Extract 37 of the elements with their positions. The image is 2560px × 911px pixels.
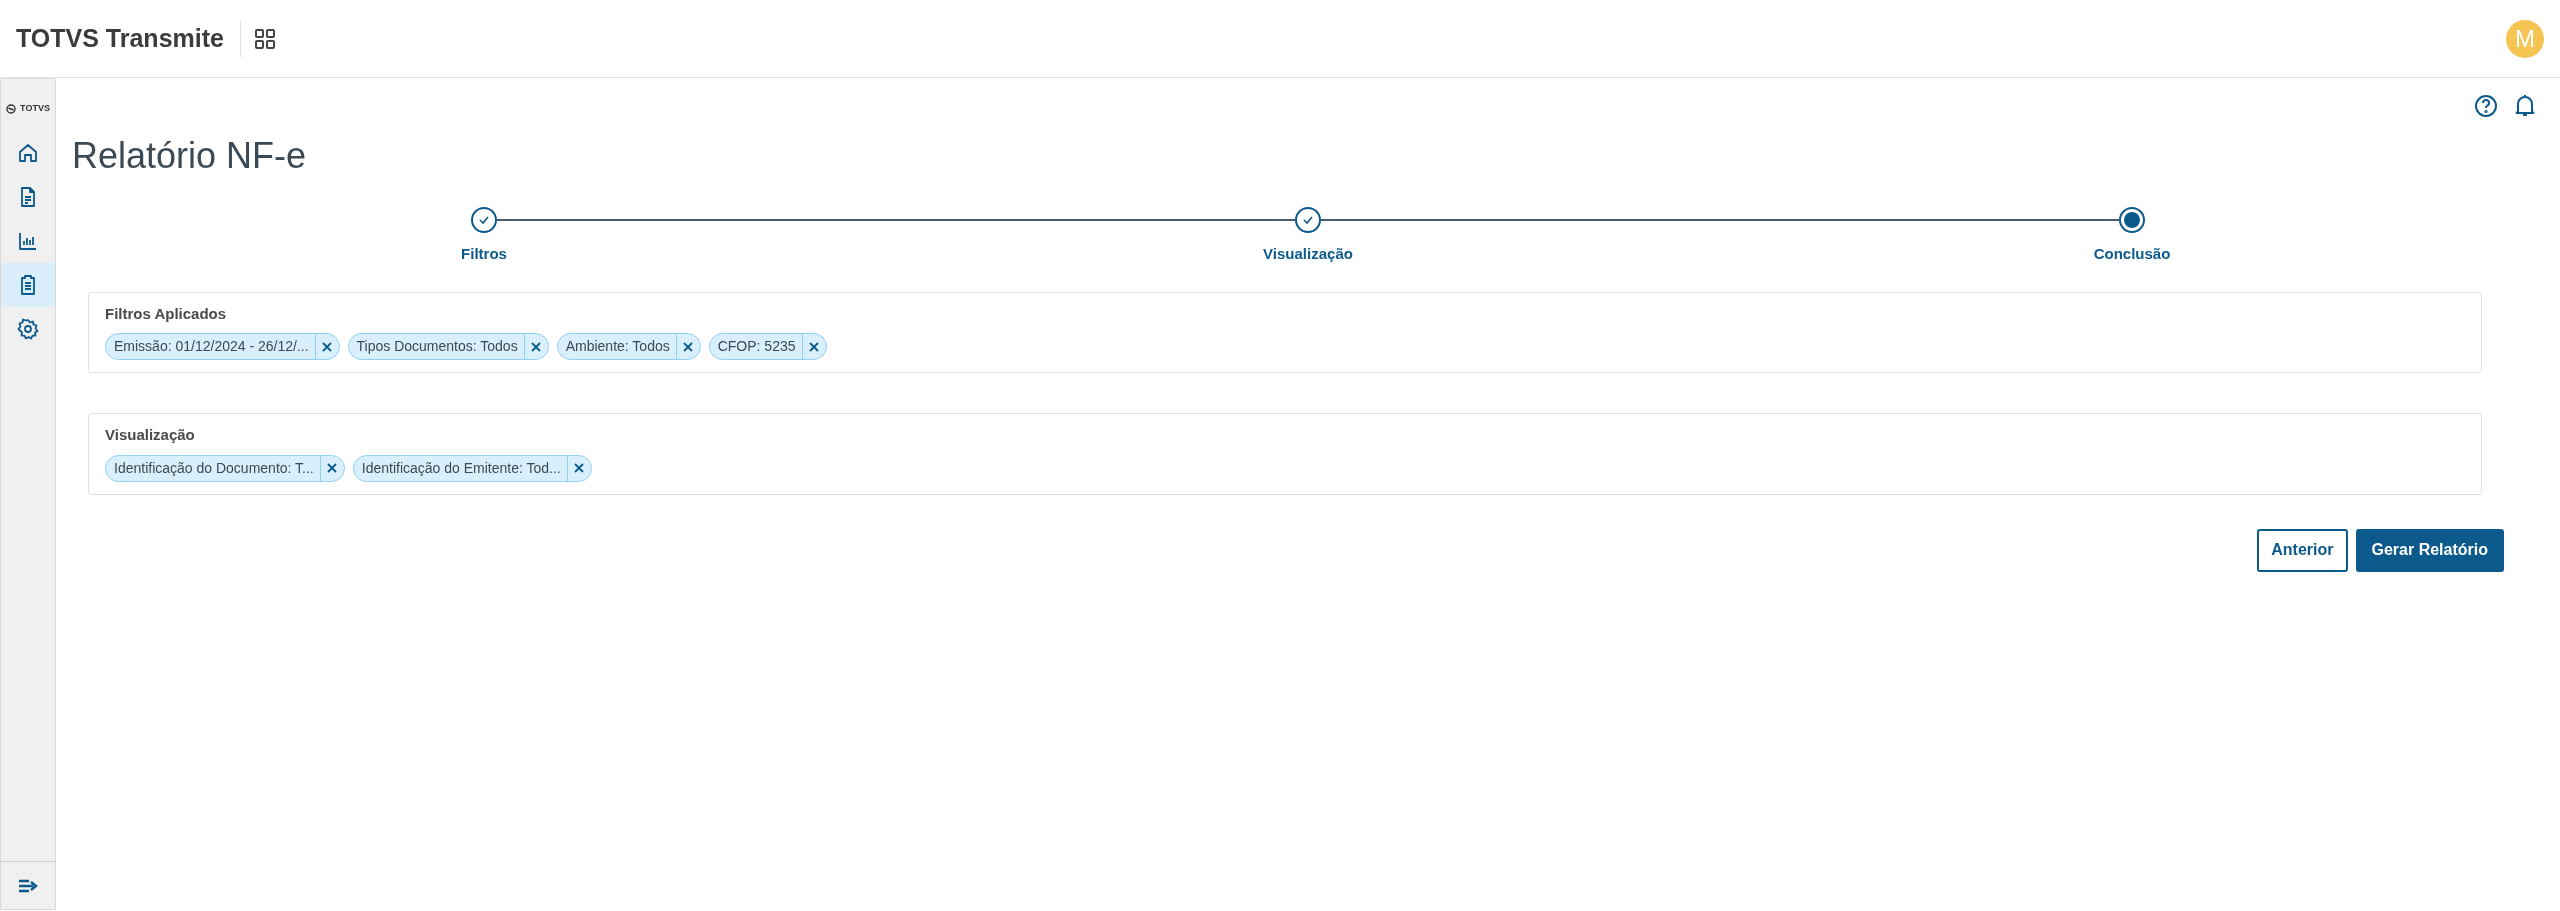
panel-title: Filtros Aplicados <box>105 303 228 324</box>
home-icon <box>17 142 39 164</box>
logo-text: TOTVS <box>20 102 50 116</box>
close-icon <box>809 341 820 352</box>
step-label: Visualização <box>1263 244 1353 265</box>
generate-report-button[interactable]: Gerar Relatório <box>2355 528 2504 572</box>
close-icon <box>574 463 585 474</box>
previous-button[interactable]: Anterior <box>2257 528 2348 572</box>
close-icon <box>683 341 694 352</box>
chip-label: Emissão: 01/12/2024 - 26/12/... <box>113 337 310 357</box>
bar-chart-icon <box>17 230 39 252</box>
panel-title: Visualização <box>105 425 196 446</box>
step-label: Filtros <box>461 244 507 265</box>
chip-label: Tipos Documentos: Todos <box>355 337 519 357</box>
apps-grid-icon[interactable] <box>254 28 275 49</box>
app-title: TOTVS Transmite <box>16 22 224 54</box>
chip-label: Identificação do Emitente: Tod... <box>360 458 562 478</box>
step-indicator[interactable] <box>2119 207 2145 234</box>
check-icon <box>478 215 490 226</box>
step-indicator[interactable] <box>1295 207 1321 234</box>
step-label: Conclusão <box>2093 244 2171 265</box>
settings-icon <box>17 318 39 340</box>
expand-menu-icon[interactable] <box>18 878 38 893</box>
chip-label: CFOP: 5235 <box>716 337 797 357</box>
help-icon[interactable] <box>2474 94 2498 118</box>
sidebar-item[interactable] <box>1 263 55 307</box>
step-indicator[interactable] <box>471 207 497 234</box>
current-step-dot-icon <box>2124 212 2140 229</box>
close-icon <box>531 341 542 352</box>
notification-bell-icon[interactable] <box>2514 94 2536 118</box>
logo-icon <box>6 104 17 114</box>
chip-label: Ambiente: Todos <box>564 337 671 357</box>
check-icon <box>1302 215 1314 226</box>
close-icon <box>327 463 338 474</box>
page-title: Relatório NF-e <box>72 134 308 178</box>
close-icon <box>322 341 333 352</box>
chip-label: Identificação do Documento: T... <box>113 458 315 478</box>
